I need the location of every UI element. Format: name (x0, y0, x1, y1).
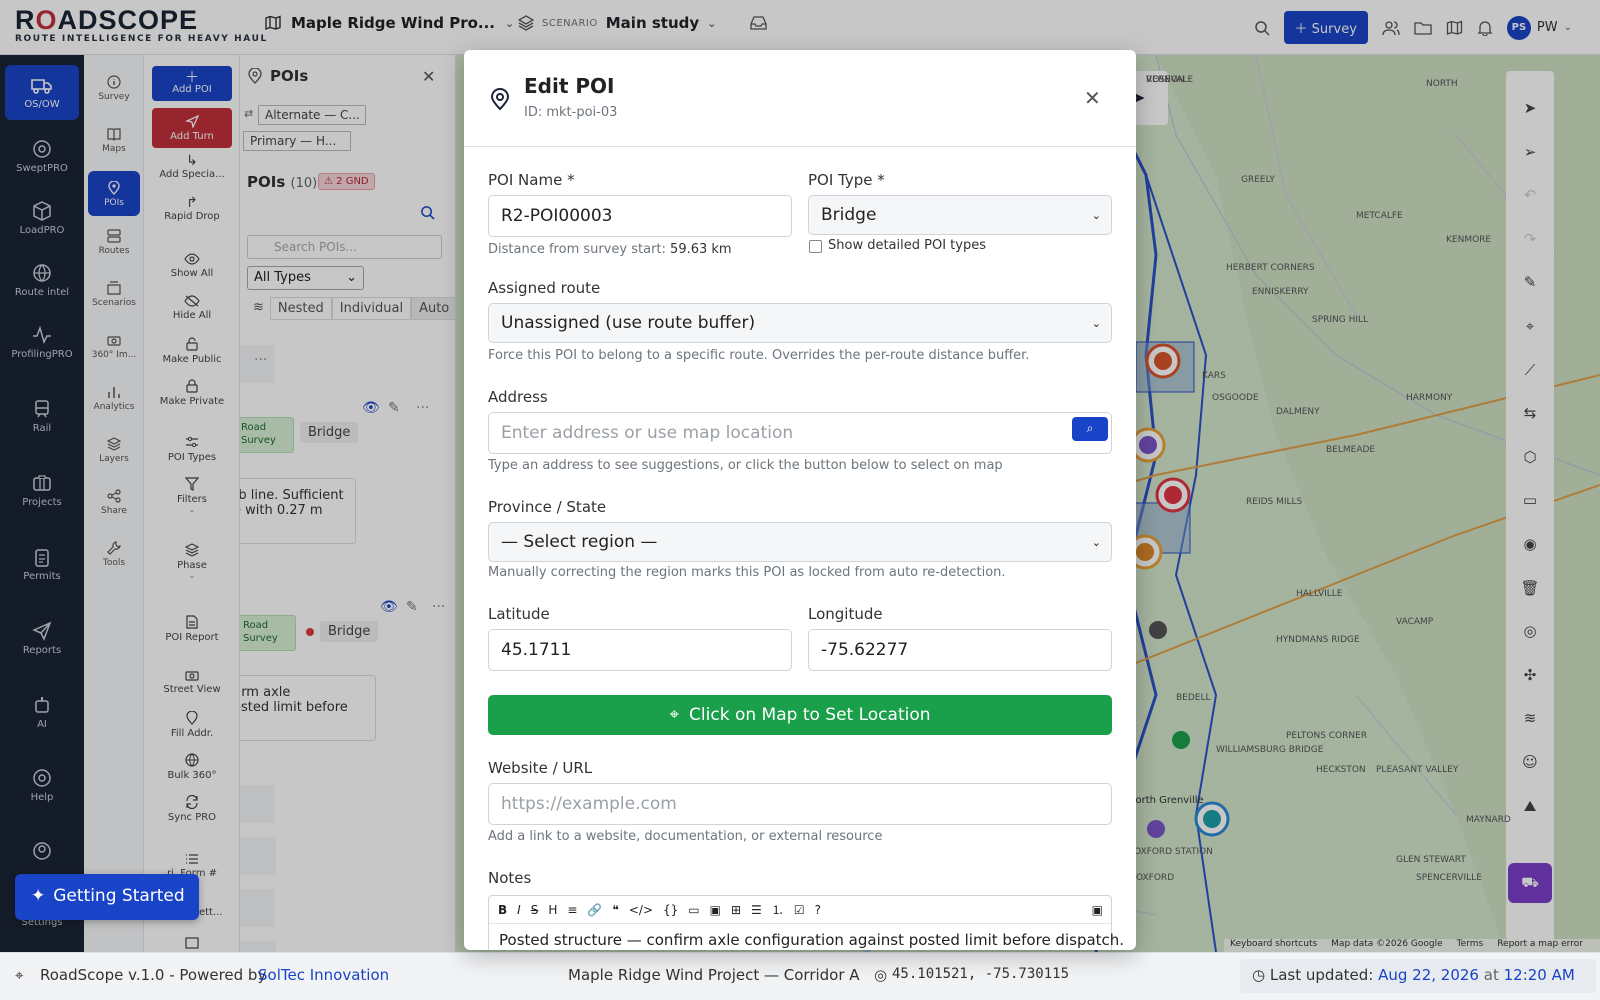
rule-icon[interactable]: ≡ (567, 903, 577, 917)
poi-name-input[interactable]: R2-POI00003 (488, 195, 792, 237)
modal-title: Edit POI (524, 74, 615, 98)
last-updated: ◷ Last updated: Aug 22, 2026 at 12:20 AM (1240, 959, 1596, 993)
image-upload-icon[interactable]: ▣ (1092, 903, 1103, 917)
table-icon[interactable]: ⊞ (731, 903, 741, 917)
address-input[interactable]: Enter address or use map location (488, 412, 1112, 454)
pin-icon (490, 88, 510, 111)
set-location-button[interactable]: ⌖ Click on Map to Set Location (488, 695, 1112, 735)
longitude-input[interactable]: -75.62277 (808, 629, 1112, 671)
edit-poi-modal: Edit POI ID: mkt-poi-03 ✕ POI Name * R2-… (464, 50, 1136, 950)
poi-type-select[interactable]: Bridge ⌄ (808, 195, 1112, 235)
address-search-button[interactable]: ⌕ (1072, 417, 1108, 441)
clock-icon: ◷ (1252, 966, 1266, 984)
getting-started-button[interactable]: ✦ Getting Started (15, 874, 199, 920)
search-icon: ⌕ (1086, 421, 1094, 435)
status-bar: ⌖ RoadScope v.1.0 - Powered by SolTec In… (0, 952, 1600, 1000)
target-icon: ◎ (874, 966, 888, 984)
modal-backdrop (0, 0, 1600, 55)
quote-icon[interactable]: ❝ (612, 903, 618, 917)
notes-editor[interactable]: B I S H ≡ 🔗 ❝ </> {} ▭ ▣ ⊞ ☰ ⒈ ☑? ▣ Posted structure —… (488, 895, 1125, 950)
notes-toolbar: B I S H ≡ 🔗 ❝ </> {} ▭ ▣ ⊞ ☰ ⒈ ☑? ▣ (489, 896, 1111, 924)
company-link[interactable]: SolTec Innovation (258, 966, 389, 984)
latitude-input[interactable]: 45.1711 (488, 629, 792, 671)
url-input[interactable]: https://example.com (488, 783, 1112, 825)
distance-value: 59.63 km (670, 242, 732, 257)
code-block-icon[interactable]: {} (663, 903, 678, 917)
help-icon[interactable]: ? (815, 903, 821, 917)
modal-header: Edit POI ID: mkt-poi-03 ✕ (464, 50, 1136, 147)
task-list-icon[interactable]: ☑ (794, 903, 805, 917)
pin-icon: ⌖ (669, 705, 680, 725)
poi-id: ID: mkt-poi-03 (524, 105, 618, 120)
code-icon[interactable]: </> (629, 903, 653, 917)
bullet-list-icon[interactable]: ☰ (751, 903, 762, 917)
notes-text: Posted structure — confirm axle configur… (499, 931, 1125, 949)
pin-icon: ⌖ (15, 966, 24, 984)
cursor-coords: 45.101521, -75.730115 (892, 966, 1070, 982)
assigned-route-select[interactable]: Unassigned (use route buffer) ⌄ (488, 303, 1112, 343)
close-icon[interactable]: ✕ (1084, 86, 1101, 110)
comment-icon[interactable]: ▭ (688, 903, 699, 917)
strike-icon[interactable]: S (531, 903, 539, 917)
footer-project: Maple Ridge Wind Project — Corridor A (568, 966, 860, 984)
italic-icon[interactable]: I (517, 903, 521, 917)
ordered-list-icon[interactable]: ⒈ (772, 901, 784, 918)
heading-icon[interactable]: H (548, 903, 557, 917)
detailed-types-checkbox[interactable] (809, 240, 822, 253)
sparkle-icon: ✦ (31, 886, 46, 906)
link-icon[interactable]: 🔗 (587, 903, 602, 917)
bold-icon[interactable]: B (498, 903, 507, 917)
region-select[interactable]: — Select region — ⌄ (488, 522, 1112, 562)
image-icon[interactable]: ▣ (710, 903, 721, 917)
